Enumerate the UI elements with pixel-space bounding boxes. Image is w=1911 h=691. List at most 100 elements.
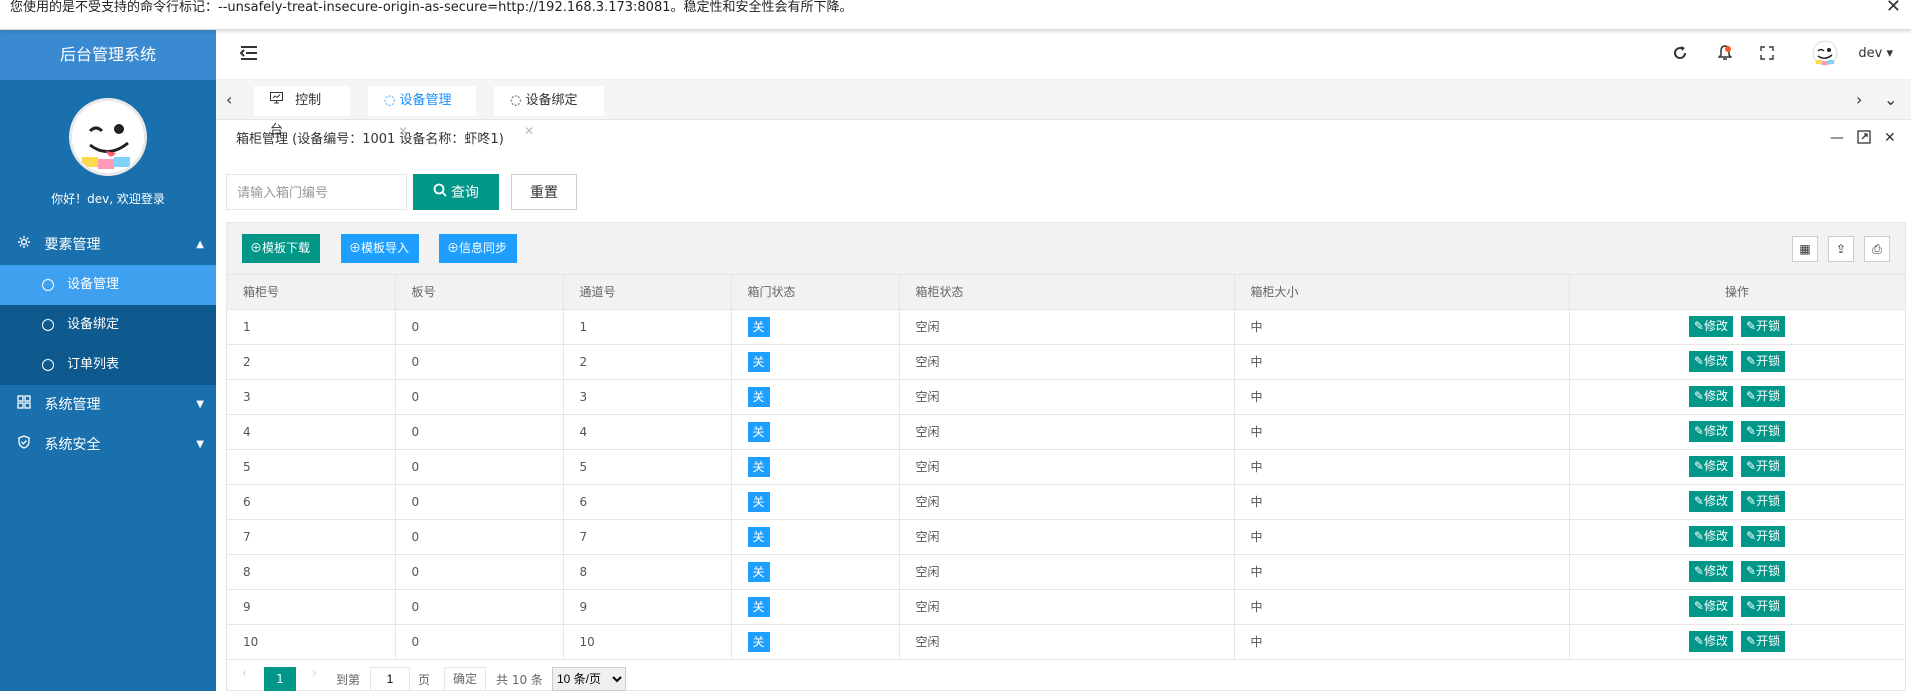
cell-cabinet-no: 6 [227, 484, 396, 520]
menu-fold-icon[interactable] [239, 45, 258, 65]
cell-actions: ✎修改 ✎开锁 [1569, 589, 1906, 625]
table-row: 3 0 3 关空闲中 ✎修改 ✎开锁 [227, 379, 1906, 415]
caret-down-icon: ▼ [196, 399, 204, 410]
cell-door-status: 关 [731, 309, 900, 345]
edit-button[interactable]: ✎修改 [1688, 596, 1733, 617]
column-header[interactable]: 箱门状态 [731, 275, 900, 310]
button-label: 修改 [1703, 459, 1728, 473]
edit-button[interactable]: ✎修改 [1688, 386, 1733, 407]
cell-door-status: 关 [731, 344, 900, 380]
cell-cabinet-size: 中 [1234, 589, 1570, 625]
column-header[interactable]: 箱柜大小 [1234, 275, 1570, 310]
cell-cabinet-size: 中 [1234, 344, 1570, 380]
refresh-icon[interactable] [1672, 45, 1688, 65]
button-label: 开锁 [1756, 529, 1781, 543]
edit-button[interactable]: ✎修改 [1688, 631, 1733, 652]
goto-page-input[interactable] [370, 667, 410, 691]
button-label: 修改 [1703, 529, 1728, 543]
tabs-next-icon[interactable]: › [1856, 90, 1862, 109]
edit-button[interactable]: ✎修改 [1688, 561, 1733, 582]
cell-board-no: 0 [395, 519, 564, 555]
cell-actions: ✎修改 ✎开锁 [1569, 519, 1906, 555]
column-header[interactable]: 箱柜状态 [899, 275, 1235, 310]
unlock-button[interactable]: ✎开锁 [1741, 316, 1786, 337]
sidebar-group-element-mgmt[interactable]: 要素管理 ▲ [0, 225, 216, 265]
column-header[interactable]: 箱柜号 [227, 275, 396, 310]
user-name: dev [1858, 46, 1883, 61]
next-page-icon[interactable]: › [312, 666, 317, 680]
edit-button[interactable]: ✎修改 [1688, 351, 1733, 372]
door-status-badge: 关 [747, 561, 770, 582]
query-button[interactable]: 查询 [413, 174, 499, 210]
sidebar-group-system-security[interactable]: 系统安全 ▼ [0, 425, 216, 465]
unlock-button[interactable]: ✎开锁 [1741, 526, 1786, 547]
door-number-search-input[interactable] [226, 174, 407, 210]
tab-dashboard[interactable]: 控制台 [254, 86, 350, 138]
cell-channel-no: 8 [563, 554, 732, 590]
close-panel-icon[interactable]: ✕ [1884, 130, 1896, 146]
column-header[interactable]: 板号 [395, 275, 564, 310]
pencil-icon: ✎ [1746, 599, 1757, 613]
pencil-icon: ✎ [1693, 599, 1704, 613]
edit-button[interactable]: ✎修改 [1688, 526, 1733, 547]
unlock-button[interactable]: ✎开锁 [1741, 386, 1786, 407]
unlock-button[interactable]: ✎开锁 [1741, 351, 1786, 372]
page-current[interactable]: 1 [264, 667, 296, 691]
cell-actions: ✎修改 ✎开锁 [1569, 379, 1906, 415]
columns-filter-icon[interactable]: ▦ [1792, 236, 1818, 262]
cell-door-status: 关 [731, 589, 900, 625]
tab-device-binding[interactable]: ◌ 设备绑定 ✕ [494, 86, 604, 138]
tab-device-mgmt[interactable]: ◌ 设备管理 ✕ [368, 86, 476, 138]
avatar[interactable] [69, 98, 147, 176]
confirm-page-button[interactable]: 确定 [444, 667, 487, 691]
sidebar-item-device-binding[interactable]: 设备绑定 [0, 305, 216, 345]
edit-button[interactable]: ✎修改 [1688, 491, 1733, 512]
page-unit: 页 [418, 673, 431, 687]
tabs-dropdown-icon[interactable]: ⌄ [1884, 90, 1897, 109]
unlock-button[interactable]: ✎开锁 [1741, 561, 1786, 582]
button-label: 模板下载 [262, 241, 311, 255]
fullscreen-icon[interactable] [1760, 45, 1774, 64]
export-icon[interactable]: ⇪ [1828, 236, 1854, 262]
sidebar-item-order-list[interactable]: 订单列表 [0, 345, 216, 385]
template-download-button[interactable]: ⊕模板下载 [242, 234, 321, 263]
sidebar-group-label: 系统安全 [44, 437, 101, 453]
cell-door-status: 关 [731, 554, 900, 590]
user-menu[interactable]: dev ▾ [1858, 46, 1893, 61]
cell-actions: ✎修改 ✎开锁 [1569, 624, 1906, 660]
cell-cabinet-status: 空闲 [899, 449, 1235, 485]
table-row: 8 0 8 关空闲中 ✎修改 ✎开锁 [227, 554, 1906, 590]
table-row: 10 0 10 关空闲中 ✎修改 ✎开锁 [227, 624, 1906, 660]
maximize-icon[interactable] [1857, 130, 1871, 148]
bell-icon[interactable] [1717, 45, 1733, 65]
sidebar-group-system-mgmt[interactable]: 系统管理 ▼ [0, 385, 216, 425]
tabs-prev-icon[interactable]: ‹ [226, 90, 232, 109]
circle-icon [42, 279, 54, 291]
table-row: 7 0 7 关空闲中 ✎修改 ✎开锁 [227, 519, 1906, 555]
sidebar-item-device-mgmt[interactable]: 设备管理 [0, 265, 216, 305]
door-status-badge: 关 [747, 351, 770, 372]
print-icon[interactable]: ⎙ [1864, 236, 1890, 262]
unlock-button[interactable]: ✎开锁 [1741, 596, 1786, 617]
page-size-select[interactable]: 10 条/页 [552, 667, 626, 691]
user-avatar-icon[interactable] [1812, 40, 1838, 70]
column-header[interactable]: 通道号 [563, 275, 732, 310]
infobar-close-icon[interactable]: ✕ [1886, 0, 1901, 16]
unlock-button[interactable]: ✎开锁 [1741, 491, 1786, 512]
table-row: 9 0 9 关空闲中 ✎修改 ✎开锁 [227, 589, 1906, 625]
minimize-icon[interactable]: — [1830, 130, 1844, 146]
cell-door-status: 关 [731, 624, 900, 660]
reset-button[interactable]: 重置 [511, 174, 577, 210]
edit-button[interactable]: ✎修改 [1688, 456, 1733, 477]
unlock-button[interactable]: ✎开锁 [1741, 631, 1786, 652]
template-import-button[interactable]: ⊕模板导入 [341, 234, 420, 263]
prev-page-icon[interactable]: ‹ [242, 666, 247, 680]
app-title: 后台管理系统 [0, 30, 216, 80]
edit-button[interactable]: ✎修改 [1688, 316, 1733, 337]
edit-button[interactable]: ✎修改 [1688, 421, 1733, 442]
unlock-button[interactable]: ✎开锁 [1741, 456, 1786, 477]
unlock-button[interactable]: ✎开锁 [1741, 421, 1786, 442]
column-header[interactable]: 操作 [1569, 275, 1906, 310]
info-sync-button[interactable]: ⊕信息同步 [439, 234, 518, 263]
cell-cabinet-size: 中 [1234, 309, 1570, 345]
